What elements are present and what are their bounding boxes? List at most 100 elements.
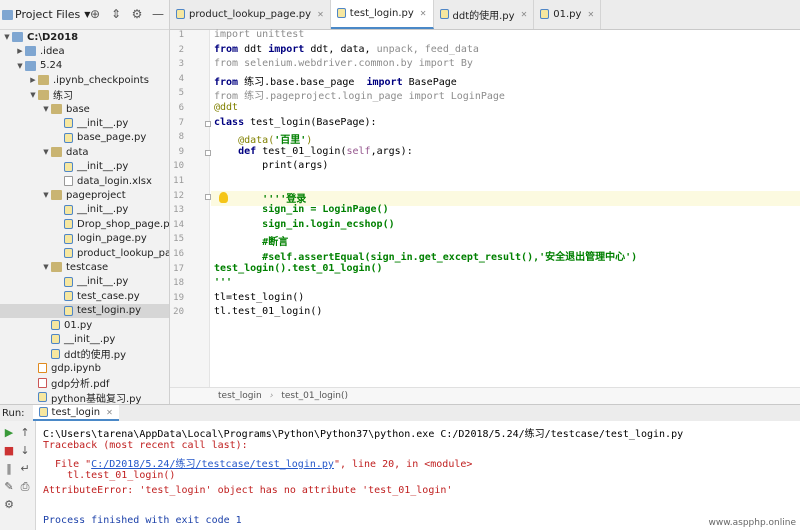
tree-item[interactable]: __init__.py bbox=[0, 332, 169, 346]
close-icon[interactable]: ✕ bbox=[420, 9, 427, 18]
fold-icon[interactable] bbox=[205, 149, 211, 156]
line-number: 13 bbox=[173, 205, 184, 216]
code-token: #self.assertEqual(sign_in.get_except_res… bbox=[262, 252, 638, 263]
tree-item[interactable]: ▼ data bbox=[0, 145, 169, 159]
tree-item[interactable]: 01.py bbox=[0, 318, 169, 332]
fold-icon[interactable] bbox=[205, 120, 211, 127]
python-file-icon bbox=[336, 8, 346, 18]
tree-item[interactable]: python基础复习.py bbox=[0, 390, 169, 404]
code-line: class test_login(BasePage): bbox=[214, 117, 377, 128]
stop-icon[interactable]: ■ bbox=[2, 444, 16, 458]
folder-icon bbox=[2, 9, 13, 20]
code-token: tl.test_01_login() bbox=[214, 306, 323, 318]
tree-item[interactable]: ddt的使用.py bbox=[0, 347, 169, 362]
code-token: sign_in = LoginPage() bbox=[262, 204, 389, 216]
tree-item[interactable]: test_case.py bbox=[0, 289, 169, 303]
line-number: 16 bbox=[173, 249, 184, 259]
close-icon[interactable]: ✕ bbox=[587, 10, 594, 19]
run-tab[interactable]: test_login ✕ bbox=[32, 405, 119, 421]
tree-item[interactable]: ▶ .ipynb_checkpoints bbox=[0, 73, 169, 87]
console-file-prefix: File " bbox=[43, 459, 92, 470]
tree-item-label: ddt的使用.py bbox=[64, 350, 127, 362]
chevron-down-icon[interactable]: ▼ bbox=[15, 62, 25, 70]
code-token: ,args): bbox=[370, 145, 413, 157]
tree-item[interactable]: ▼ testcase bbox=[0, 260, 169, 274]
code-token: ''' bbox=[214, 277, 233, 289]
code-token: @ddt bbox=[214, 102, 239, 113]
down-icon[interactable]: ↓ bbox=[18, 444, 32, 458]
tree-item[interactable]: ▼ base bbox=[0, 102, 169, 116]
code-token: test_login().test_01_login() bbox=[214, 262, 383, 274]
chevron-down-icon[interactable]: ▼ bbox=[41, 105, 51, 113]
pin-icon[interactable]: ✎ bbox=[2, 480, 16, 494]
code-line: #断言 bbox=[214, 233, 288, 248]
tree-item-label: __init__.py bbox=[77, 117, 129, 129]
tree-item[interactable]: Drop_shop_page.py bbox=[0, 217, 169, 231]
close-icon[interactable]: ✕ bbox=[317, 10, 324, 19]
tree-item-label: __init__.py bbox=[77, 276, 129, 288]
tree-item-label: __init__.py bbox=[64, 333, 116, 345]
tree-item[interactable]: __init__.py bbox=[0, 203, 169, 217]
settings-icon[interactable]: ⚙ bbox=[2, 498, 16, 512]
console-traceback: Traceback (most recent call last): bbox=[43, 440, 248, 451]
chevron-down-icon[interactable]: ▼ bbox=[28, 91, 38, 99]
tree-item[interactable]: __init__.py bbox=[0, 160, 169, 174]
tree-item[interactable]: data_login.xlsx bbox=[0, 174, 169, 188]
chevron-down-icon[interactable]: ▼ bbox=[2, 33, 12, 41]
rerun-icon[interactable]: ▶ bbox=[2, 426, 16, 440]
fold-icon[interactable] bbox=[205, 193, 211, 200]
chevron-down-icon[interactable]: ▼ bbox=[41, 263, 51, 271]
console-file-link[interactable]: C:/D2018/5.24/练习/testcase/test_login.py bbox=[91, 459, 334, 470]
chevron-right-icon[interactable]: ▶ bbox=[15, 47, 25, 55]
tree-item[interactable]: gdp分析.pdf bbox=[0, 376, 169, 390]
code-line: @data('百里') bbox=[214, 131, 312, 146]
print-icon[interactable]: ⎙ bbox=[18, 480, 32, 494]
crosshair-icon[interactable]: ⊕ bbox=[88, 7, 102, 21]
editor-tab[interactable]: ddt的使用.py ✕ bbox=[434, 0, 535, 29]
chevron-down-icon[interactable]: ▼ bbox=[41, 148, 51, 156]
tree-item[interactable]: ▶ .idea bbox=[0, 44, 169, 58]
collapse-icon[interactable]: ⇕ bbox=[109, 7, 123, 21]
console-command: C:\Users\tarena\AppData\Local\Programs\P… bbox=[43, 429, 684, 440]
tree-item[interactable]: login_page.py bbox=[0, 232, 169, 246]
line-number: 15 bbox=[173, 234, 184, 245]
editor-tab[interactable]: test_login.py ✕ bbox=[330, 0, 434, 29]
close-icon[interactable]: ✕ bbox=[521, 10, 528, 19]
pause-icon[interactable]: ‖ bbox=[2, 462, 16, 476]
tree-item[interactable]: ▼ 5.24 bbox=[0, 59, 169, 73]
wrap-icon[interactable]: ↵ bbox=[18, 462, 32, 476]
project-panel-title[interactable]: Project Files bbox=[15, 8, 80, 21]
chevron-down-icon[interactable]: ▼ bbox=[41, 191, 51, 199]
tree-item-label: testcase bbox=[66, 261, 109, 273]
tree-item[interactable]: ▼ 练习 bbox=[0, 88, 169, 102]
code-line: def test_01_login(self,args): bbox=[214, 146, 413, 157]
close-icon[interactable]: ✕ bbox=[106, 408, 113, 417]
code-token: test_01_login( bbox=[262, 145, 347, 157]
tree-item[interactable]: gdp.ipynb bbox=[0, 361, 169, 375]
editor-tab[interactable]: product_lookup_page.py ✕ bbox=[170, 0, 331, 29]
editor-tab[interactable]: 01.py ✕ bbox=[534, 0, 602, 29]
tree-item[interactable]: base_page.py bbox=[0, 131, 169, 145]
tree-item[interactable]: test_login.py bbox=[0, 303, 169, 318]
code-token: BasePage bbox=[408, 76, 457, 88]
tree-item[interactable]: product_lookup_page.py bbox=[0, 246, 169, 260]
code-line: test_login().test_01_login() bbox=[214, 263, 383, 274]
project-panel: Project Files ▼ ⊕ ⇕ ⚙ — ▼ C:\D2018 ▶ .idea ▼… bbox=[0, 0, 170, 404]
file-icon bbox=[64, 176, 73, 186]
up-icon[interactable]: ↑ bbox=[18, 426, 32, 440]
tree-item-label: gdp.ipynb bbox=[51, 362, 101, 374]
folder-icon bbox=[51, 104, 62, 114]
tree-item[interactable]: ▼ C:\D2018 bbox=[0, 30, 169, 44]
tree-item[interactable]: ▼ pageproject bbox=[0, 188, 169, 202]
chevron-right-icon[interactable]: ▶ bbox=[28, 76, 38, 84]
hide-icon[interactable]: — bbox=[151, 7, 165, 21]
breadcrumb-class[interactable]: test_login bbox=[218, 391, 262, 401]
tree-item[interactable]: __init__.py bbox=[0, 116, 169, 130]
breadcrumb-method[interactable]: test_01_login() bbox=[281, 391, 348, 401]
gear-icon[interactable]: ⚙ bbox=[130, 7, 144, 21]
tree-item[interactable]: __init__.py bbox=[0, 275, 169, 289]
project-panel-header: Project Files ▼ ⊕ ⇕ ⚙ — bbox=[0, 0, 169, 30]
file-icon bbox=[51, 320, 60, 330]
